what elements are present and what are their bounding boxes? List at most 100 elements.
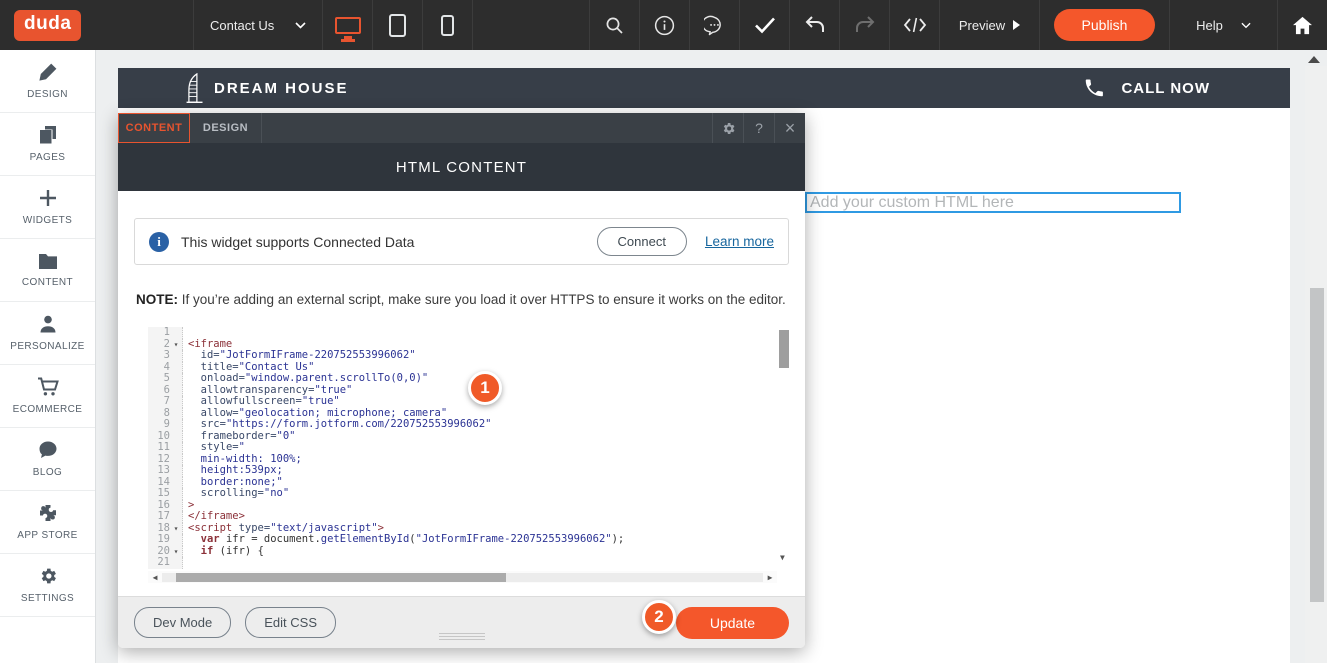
- redo-icon: [854, 15, 876, 35]
- edit-css-button[interactable]: Edit CSS: [245, 607, 336, 638]
- pages-icon: [38, 125, 58, 145]
- tab-content[interactable]: CONTENT: [118, 113, 190, 143]
- connected-data-banner: i This widget supports Connected Data Co…: [134, 218, 789, 265]
- code-editor[interactable]: 12▾<iframe3 id="JotFormIFrame-2207525539…: [148, 325, 790, 583]
- duda-logo: duda: [0, 0, 193, 50]
- sidebar-item-blog[interactable]: BLOG: [0, 428, 95, 491]
- note-label: NOTE:: [136, 292, 178, 307]
- code-horizontal-scrollbar[interactable]: ◀ ▶: [148, 571, 777, 583]
- chevron-down-icon: [295, 22, 306, 29]
- sidebar-item-label: CONTENT: [22, 277, 73, 288]
- triangle-up-icon: [1308, 56, 1320, 63]
- dialog-resize-handle[interactable]: [439, 631, 485, 642]
- gear-icon: [721, 121, 736, 136]
- comments-button[interactable]: [689, 0, 739, 50]
- code-vscroll-thumb[interactable]: [779, 330, 789, 368]
- call-now-label: CALL NOW: [1121, 80, 1210, 97]
- check-icon: [754, 16, 776, 34]
- note-text: If you’re adding an external script, mak…: [178, 292, 786, 307]
- page-selector-dropdown[interactable]: Contact Us: [193, 0, 322, 50]
- page-scrollbar[interactable]: [1305, 66, 1327, 663]
- sidebar-item-label: PAGES: [30, 152, 66, 163]
- tablet-icon: [389, 14, 406, 37]
- help-dropdown[interactable]: Help: [1169, 0, 1277, 50]
- sidebar-item-label: PERSONALIZE: [10, 341, 84, 352]
- code-hscroll-thumb[interactable]: [176, 573, 506, 582]
- brush-icon: [38, 62, 58, 82]
- triangle-left-icon[interactable]: ◀: [148, 573, 162, 582]
- info-button[interactable]: [639, 0, 689, 50]
- sidebar-item-label: ECOMMERCE: [13, 404, 83, 415]
- sidebar-item-settings[interactable]: SETTINGS: [0, 554, 95, 617]
- triangle-right-icon[interactable]: ▶: [763, 573, 777, 582]
- redo-button[interactable]: [839, 0, 889, 50]
- desktop-view-button[interactable]: [322, 0, 372, 50]
- page-scroll-up-arrow[interactable]: [1303, 53, 1325, 65]
- site-brand: DREAM HOUSE: [214, 80, 349, 97]
- update-button[interactable]: Update: [676, 607, 789, 639]
- sidebar-item-pages[interactable]: PAGES: [0, 113, 95, 176]
- dialog-close-button[interactable]: ×: [774, 113, 805, 143]
- sidebar-item-label: WIDGETS: [23, 215, 72, 226]
- folder-icon: [38, 253, 58, 270]
- dev-mode-button[interactable]: Dev Mode: [134, 607, 231, 638]
- info-icon: i: [149, 232, 169, 252]
- sidebar-item-label: BLOG: [33, 467, 62, 478]
- dialog-tabbar: CONTENT DESIGN ? ×: [118, 113, 805, 143]
- undo-button[interactable]: [789, 0, 839, 50]
- undo-icon: [804, 15, 826, 35]
- mobile-view-button[interactable]: [422, 0, 472, 50]
- code-view-button[interactable]: [889, 0, 939, 50]
- dialog-settings-button[interactable]: [712, 113, 743, 143]
- publish-button[interactable]: Publish: [1054, 9, 1156, 41]
- dialog-title: HTML CONTENT: [118, 143, 805, 191]
- tab-design[interactable]: DESIGN: [190, 113, 262, 143]
- check-button[interactable]: [739, 0, 789, 50]
- dialog-help-button[interactable]: ?: [743, 113, 774, 143]
- search-icon: [605, 16, 624, 35]
- puzzle-icon: [38, 503, 58, 523]
- play-icon: [1013, 20, 1020, 30]
- person-icon: [38, 314, 58, 334]
- sidebar-item-app-store[interactable]: APP STORE: [0, 491, 95, 554]
- connected-data-text: This widget supports Connected Data: [181, 234, 414, 250]
- sidebar-item-ecommerce[interactable]: ECOMMERCE: [0, 365, 95, 428]
- triangle-down-icon[interactable]: ▼: [780, 553, 785, 562]
- sidebar-item-design[interactable]: DESIGN: [0, 50, 95, 113]
- html-widget-placeholder: Add your custom HTML here: [810, 194, 1014, 212]
- connect-button[interactable]: Connect: [597, 227, 687, 256]
- close-icon: ×: [785, 118, 796, 139]
- cart-icon: [37, 377, 59, 397]
- page-scrollbar-thumb[interactable]: [1310, 288, 1324, 602]
- https-note: NOTE: If you’re adding an external scrip…: [136, 292, 786, 307]
- sidebar-item-content[interactable]: CONTENT: [0, 239, 95, 302]
- tablet-view-button[interactable]: [372, 0, 422, 50]
- search-button[interactable]: [589, 0, 639, 50]
- sidebar-item-label: DESIGN: [27, 89, 68, 100]
- speech-bubble-icon: [38, 440, 58, 460]
- preview-button[interactable]: Preview: [939, 0, 1039, 50]
- editor-sidebar: DESIGN PAGES WIDGETS CONTENT PERSONALIZE…: [0, 50, 96, 663]
- home-button[interactable]: [1277, 0, 1327, 50]
- chevron-down-icon: [1241, 22, 1251, 29]
- dream-house-logo-icon: [184, 73, 206, 103]
- learn-more-link[interactable]: Learn more: [705, 234, 774, 249]
- sidebar-item-widgets[interactable]: WIDGETS: [0, 176, 95, 239]
- gear-icon: [38, 566, 58, 586]
- duda-logo-badge: duda: [14, 10, 81, 41]
- sidebar-item-personalize[interactable]: PERSONALIZE: [0, 302, 95, 365]
- editor-topbar: duda Contact Us Preview Publish Help: [0, 0, 1327, 50]
- sidebar-item-label: SETTINGS: [21, 593, 74, 604]
- sidebar-item-label: APP STORE: [17, 530, 77, 541]
- html-widget-selection[interactable]: Add your custom HTML here: [805, 192, 1181, 213]
- info-icon: [654, 15, 675, 36]
- annotation-step-2: 2: [642, 600, 676, 634]
- call-now-button[interactable]: CALL NOW: [1083, 77, 1210, 99]
- annotation-step-1: 1: [468, 371, 502, 405]
- code-vertical-scrollbar[interactable]: ▼: [778, 327, 790, 570]
- publish-cell: Publish: [1039, 0, 1169, 50]
- preview-label: Preview: [959, 18, 1005, 33]
- html-content-dialog: CONTENT DESIGN ? × HTML CONTENT i This w…: [118, 113, 805, 648]
- code-hscroll-track[interactable]: [162, 573, 763, 582]
- code-lines[interactable]: 12▾<iframe3 id="JotFormIFrame-2207525539…: [148, 327, 777, 570]
